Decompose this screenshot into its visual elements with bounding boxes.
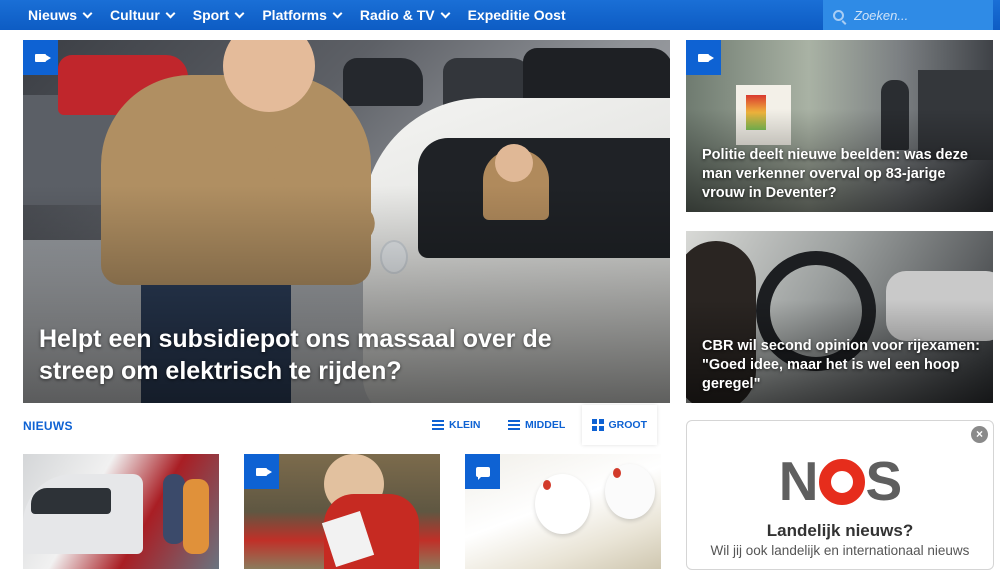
news-thumbnail-train[interactable] — [23, 454, 219, 569]
side-article-1[interactable]: Politie deelt nieuwe beelden: was deze m… — [686, 40, 993, 212]
nav-item-expeditie-oost[interactable]: Expeditie Oost — [468, 7, 566, 23]
chevron-down-icon — [234, 8, 245, 18]
nos-logo: NS — [778, 450, 902, 512]
search-box — [823, 0, 993, 30]
hero-article[interactable]: Helpt een subsidiepot ons massaal over d… — [23, 40, 670, 403]
view-toggle-middel[interactable]: MIDDEL — [498, 405, 575, 445]
news-thumbnail-chickens[interactable] — [465, 454, 661, 569]
view-toggle-label: KLEIN — [449, 419, 481, 431]
close-icon[interactable]: × — [971, 426, 988, 443]
nav-item-platforms[interactable]: Platforms — [262, 7, 343, 23]
article-title[interactable]: Politie deelt nieuwe beelden: was deze m… — [702, 146, 981, 203]
nav-item-label: Sport — [192, 7, 230, 23]
video-camera-icon — [686, 40, 721, 75]
nav-item-label: Cultuur — [110, 7, 160, 23]
article-title[interactable]: CBR wil second opinion voor rijexamen: "… — [702, 337, 981, 394]
chevron-down-icon — [440, 8, 451, 18]
view-toggle-label: MIDDEL — [525, 419, 566, 431]
nav-item-nieuws[interactable]: Nieuws — [28, 7, 93, 23]
ad-text: Wil jij ook landelijk en internationaal … — [710, 543, 970, 558]
view-toggle-groot[interactable]: GROOT — [582, 405, 657, 445]
chevron-down-icon — [82, 8, 93, 18]
nav-item-radio-tv[interactable]: Radio & TV — [359, 7, 451, 23]
nav-item-label: Platforms — [262, 7, 327, 23]
nos-advertisement[interactable]: × NS Landelijk nieuws? Wil jij ook lande… — [686, 420, 994, 570]
section-title: NIEUWS — [23, 419, 73, 433]
nav-menu: Nieuws Cultuur Sport Platforms Radio & T… — [28, 0, 585, 30]
view-toggle-klein[interactable]: KLEIN — [422, 405, 491, 445]
chat-icon — [465, 454, 500, 489]
search-input[interactable] — [854, 7, 984, 23]
top-navigation: Nieuws Cultuur Sport Platforms Radio & T… — [0, 0, 1000, 30]
nav-item-sport[interactable]: Sport — [192, 7, 245, 23]
nav-item-label: Expeditie Oost — [467, 7, 566, 23]
ad-heading: Landelijk nieuws? — [766, 521, 914, 540]
hero-title[interactable]: Helpt een subsidiepot ons massaal over d… — [39, 323, 630, 387]
video-camera-icon — [23, 40, 58, 75]
grid-icon — [592, 419, 604, 431]
news-thumbnail-woman[interactable] — [244, 454, 440, 569]
nav-item-label: Nieuws — [28, 7, 78, 23]
search-icon[interactable] — [833, 9, 844, 21]
list-icon — [508, 420, 520, 430]
list-icon — [432, 420, 444, 430]
view-toggle-label: GROOT — [608, 419, 648, 431]
nav-item-label: Radio & TV — [359, 7, 435, 23]
video-camera-icon — [244, 454, 279, 489]
chevron-down-icon — [165, 8, 176, 18]
nav-item-cultuur[interactable]: Cultuur — [110, 7, 176, 23]
side-article-2[interactable]: CBR wil second opinion voor rijexamen: "… — [686, 231, 993, 403]
chevron-down-icon — [332, 8, 343, 18]
